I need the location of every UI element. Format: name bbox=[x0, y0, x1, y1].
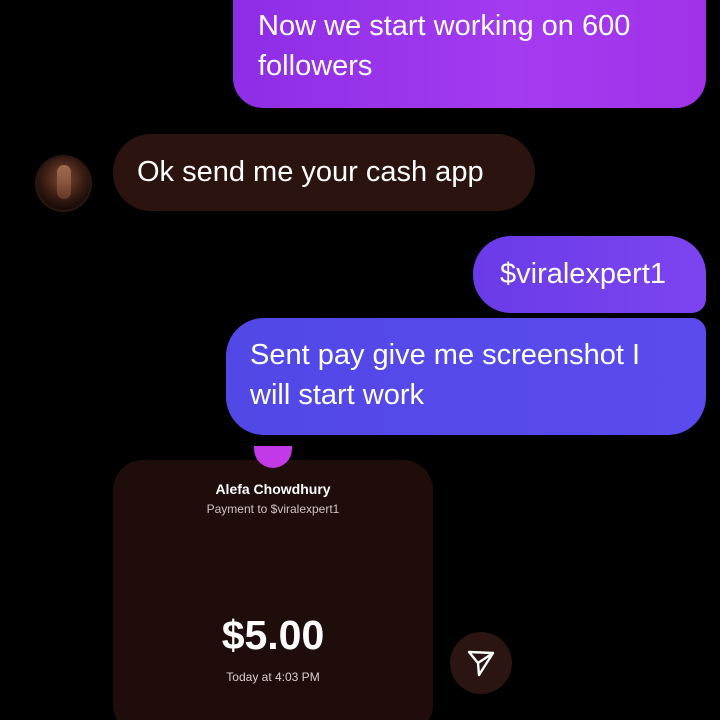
payment-timestamp: Today at 4:03 PM bbox=[226, 670, 320, 684]
payment-recipient-text: Payment to $viralexpert1 bbox=[206, 502, 340, 516]
sent-message-bubble[interactable]: Sent pay give me screenshot I will start… bbox=[226, 318, 706, 435]
contact-avatar[interactable] bbox=[35, 155, 92, 212]
sent-message-bubble[interactable]: Now we start working on 600 followers bbox=[233, 0, 706, 108]
sent-message-bubble[interactable]: $viralexpert1 bbox=[473, 236, 706, 313]
share-button[interactable] bbox=[450, 632, 512, 694]
payment-amount: $5.00 bbox=[221, 612, 325, 658]
avatar-highlight bbox=[57, 165, 71, 199]
received-message-bubble[interactable]: Ok send me your cash app bbox=[113, 134, 535, 211]
payer-name: Alefa Chowdhury bbox=[215, 481, 331, 497]
chat-thread: Now we start working on 600 followers Ok… bbox=[0, 0, 720, 720]
paper-plane-icon bbox=[467, 650, 495, 677]
payment-screenshot-card[interactable]: Alefa Chowdhury Payment to $viralexpert1… bbox=[113, 460, 433, 720]
